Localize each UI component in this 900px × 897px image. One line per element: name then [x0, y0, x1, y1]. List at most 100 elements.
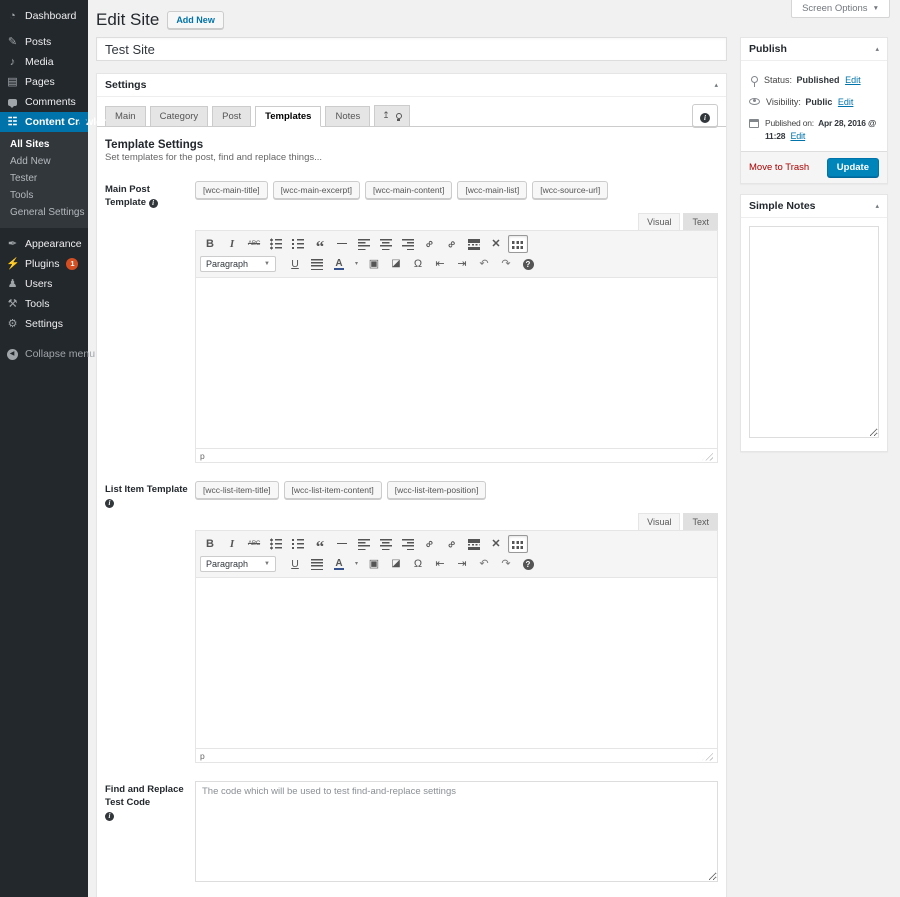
simple-notes-textarea[interactable] [749, 226, 879, 439]
align-left-button[interactable] [354, 235, 374, 253]
sidebar-item-plugins[interactable]: Plugins 1 [0, 254, 88, 274]
outdent-button[interactable]: ⇤ [430, 555, 450, 573]
insert-read-more-button[interactable] [464, 235, 484, 253]
collapse-arrow-icon[interactable]: ▴ [714, 82, 718, 89]
sidebar-item-appearance[interactable]: Appearance [0, 234, 88, 254]
submenu-item-tester[interactable]: Tester [0, 170, 88, 187]
align-center-button[interactable] [376, 535, 396, 553]
sidebar-item-users[interactable]: Users [0, 274, 88, 294]
help-button[interactable]: ? [518, 255, 538, 273]
tab-templates[interactable]: Templates [255, 106, 322, 127]
sidebar-item-tools[interactable]: Tools [0, 294, 88, 314]
info-icon[interactable]: i [105, 811, 114, 821]
shortcode-wcc-main-excerpt[interactable]: [wcc-main-excerpt] [272, 181, 361, 199]
underline-button[interactable]: U [285, 255, 305, 273]
editor-content-area[interactable] [196, 578, 717, 748]
italic-button[interactable]: I [222, 235, 242, 253]
screen-options-button[interactable]: Screen Options ▼ [791, 0, 890, 18]
text-color-arrow-button[interactable]: ▾ [351, 555, 362, 573]
underline-button[interactable]: U [285, 555, 305, 573]
submenu-item-all-sites[interactable]: All Sites [0, 136, 88, 153]
submenu-item-add-new[interactable]: Add New [0, 153, 88, 170]
text-color-arrow-button[interactable]: ▾ [351, 255, 362, 273]
collapse-arrow-icon[interactable]: ▴ [875, 203, 879, 210]
update-button[interactable]: Update [826, 158, 879, 178]
text-tab[interactable]: Text [683, 513, 718, 530]
strikethrough-button[interactable]: ABC [244, 535, 264, 553]
find-replace-test-textarea[interactable] [195, 781, 718, 882]
paste-as-text-button[interactable]: ▣ [364, 555, 384, 573]
sidebar-item-media[interactable]: Media [0, 52, 88, 72]
tab-info-button[interactable]: i [692, 104, 718, 127]
toolbar-toggle-button[interactable] [508, 235, 528, 253]
edit-status-link[interactable]: Edit [845, 75, 861, 85]
justify-button[interactable] [307, 255, 327, 273]
special-character-button[interactable]: Ω [408, 255, 428, 273]
align-right-button[interactable] [398, 235, 418, 253]
shortcode-wcc-list-item-title[interactable]: [wcc-list-item-title] [195, 481, 279, 499]
justify-button[interactable] [307, 555, 327, 573]
collapse-arrow-icon[interactable]: ▴ [875, 46, 879, 53]
unlink-button[interactable]: ∞ [442, 235, 462, 253]
submenu-item-tools[interactable]: Tools [0, 187, 88, 204]
horizontal-rule-button[interactable]: — [332, 235, 352, 253]
tab-category[interactable]: Category [149, 106, 209, 127]
redo-button[interactable]: ↷ [496, 255, 516, 273]
paragraph-format-select[interactable]: Paragraph ▼ [200, 556, 276, 572]
sidebar-item-pages[interactable]: Pages [0, 72, 88, 92]
text-tab[interactable]: Text [683, 213, 718, 230]
clear-formatting-button[interactable]: ◪ [386, 255, 406, 273]
visual-tab[interactable]: Visual [638, 513, 681, 530]
outdent-button[interactable]: ⇤ [430, 255, 450, 273]
bold-button[interactable]: B [200, 535, 220, 553]
resize-handle[interactable] [702, 750, 713, 761]
clear-formatting-button[interactable]: ◪ [386, 555, 406, 573]
paragraph-format-select[interactable]: Paragraph ▼ [200, 256, 276, 272]
insert-read-more-button[interactable] [464, 535, 484, 553]
sidebar-item-posts[interactable]: Posts [0, 32, 88, 52]
shortcode-wcc-list-item-content[interactable]: [wcc-list-item-content] [283, 481, 382, 499]
tab-notes[interactable]: Notes [325, 106, 371, 127]
toolbar-toggle-button[interactable] [508, 535, 528, 553]
sidebar-item-comments[interactable]: Comments [0, 92, 88, 112]
shortcode-wcc-main-title[interactable]: [wcc-main-title] [195, 181, 268, 199]
special-character-button[interactable]: Ω [408, 555, 428, 573]
move-to-trash-link[interactable]: Move to Trash [749, 162, 809, 173]
tab-post[interactable]: Post [212, 106, 252, 127]
sidebar-item-dashboard[interactable]: Dashboard [0, 6, 88, 26]
indent-button[interactable]: ⇥ [452, 255, 472, 273]
distraction-free-button[interactable]: ✕ [486, 535, 506, 553]
text-color-button[interactable]: A [329, 255, 349, 273]
edit-published-link[interactable]: Edit [790, 131, 805, 141]
shortcode-wcc-source-url[interactable]: [wcc-source-url] [532, 181, 609, 199]
link-button[interactable]: ∞ [420, 235, 440, 253]
undo-button[interactable]: ↶ [474, 255, 494, 273]
visual-tab[interactable]: Visual [638, 213, 681, 230]
bullet-list-button[interactable] [266, 235, 286, 253]
shortcode-wcc-list-item-position[interactable]: [wcc-list-item-position] [386, 481, 487, 499]
bullet-list-button[interactable] [266, 535, 286, 553]
unlink-button[interactable]: ∞ [442, 535, 462, 553]
sidebar-item-settings[interactable]: Settings [0, 314, 88, 334]
resize-handle[interactable] [702, 450, 713, 461]
strikethrough-button[interactable]: ABC [244, 235, 264, 253]
numbered-list-button[interactable] [288, 235, 308, 253]
horizontal-rule-button[interactable]: — [332, 535, 352, 553]
align-right-button[interactable] [398, 535, 418, 553]
link-button[interactable]: ∞ [420, 535, 440, 553]
paste-as-text-button[interactable]: ▣ [364, 255, 384, 273]
submenu-item-general-settings[interactable]: General Settings [0, 204, 88, 221]
italic-button[interactable]: I [222, 535, 242, 553]
redo-button[interactable]: ↷ [496, 555, 516, 573]
sidebar-item-content-crawler[interactable]: Content Crawler [0, 112, 106, 132]
info-icon[interactable]: i [148, 198, 158, 208]
text-color-button[interactable]: A [329, 555, 349, 573]
help-button[interactable]: ? [518, 555, 538, 573]
distraction-free-button[interactable]: ✕ [486, 235, 506, 253]
sidebar-item-collapse-menu[interactable]: Collapse menu [0, 344, 95, 364]
info-icon[interactable]: i [105, 498, 114, 508]
site-title-input[interactable] [96, 37, 727, 61]
align-center-button[interactable] [376, 235, 396, 253]
undo-button[interactable]: ↶ [474, 555, 494, 573]
blockquote-button[interactable]: “ [310, 235, 330, 255]
